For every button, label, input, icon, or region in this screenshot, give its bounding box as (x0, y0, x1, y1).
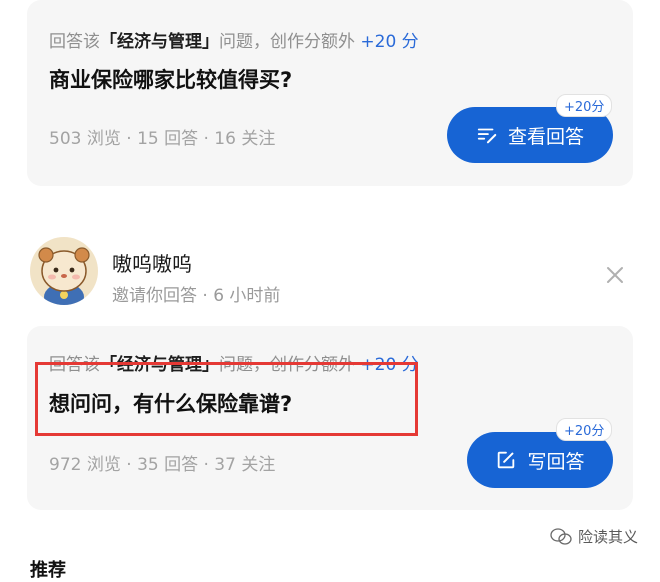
edit-square-icon (498, 451, 515, 469)
points-badge: +20分 (556, 418, 613, 441)
invite-subtitle: 邀请你回答 · 6 小时前 (112, 286, 281, 306)
question-title[interactable]: 商业保险哪家比较值得买? (49, 64, 292, 94)
write-answer-label: 写回答 (527, 450, 585, 473)
topic-label: 「经济与管理」 (100, 32, 219, 52)
points-label: +20 分 (360, 32, 419, 52)
hamster-avatar-icon (30, 237, 98, 305)
wechat-icon (550, 527, 572, 545)
close-icon[interactable] (604, 264, 626, 286)
username[interactable]: 嗷呜嗷呜 (112, 248, 192, 277)
points-badge: +20分 (556, 94, 613, 117)
card-meta-line: 回答该「经济与管理」问题，创作分额外 +20 分 (49, 32, 419, 52)
view-answers-label: 查看回答 (507, 125, 584, 148)
question-stats: 503 浏览 · 15 回答 · 16 关注 (49, 129, 276, 149)
edit-list-icon (477, 128, 497, 144)
question-stats: 972 浏览 · 35 回答 · 37 关注 (49, 455, 276, 475)
section-title: 推荐 (30, 560, 66, 581)
watermark: 险读其义 (550, 526, 638, 547)
watermark-text: 险读其义 (578, 528, 639, 546)
avatar[interactable] (30, 237, 98, 305)
highlight-box (35, 362, 418, 436)
question-card[interactable]: 回答该「经济与管理」问题，创作分额外 +20 分 商业保险哪家比较值得买? 50… (27, 0, 633, 186)
